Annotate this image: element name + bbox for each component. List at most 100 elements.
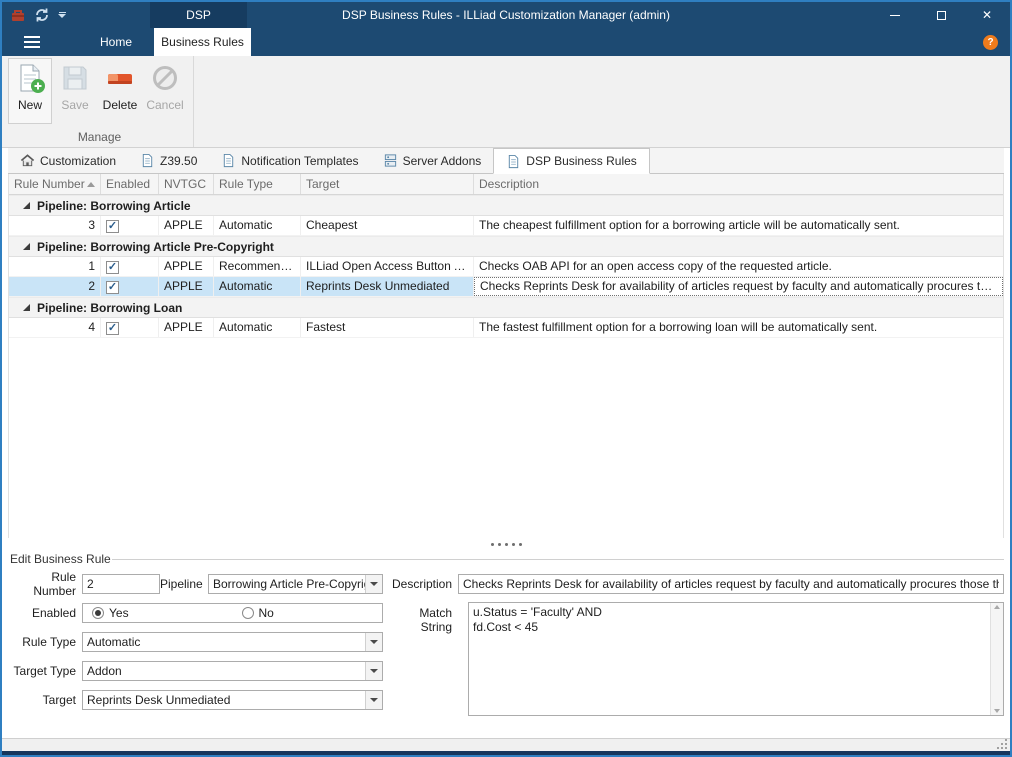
rule-type-cell[interactable]: Automatic — [214, 318, 301, 337]
pipeline-dropdown-button[interactable] — [365, 575, 382, 593]
enabled-cell[interactable]: ✓ — [101, 216, 159, 235]
app-icon[interactable] — [10, 7, 26, 23]
menu-button[interactable] — [10, 28, 54, 56]
column-header-rule-number[interactable]: Rule Number — [9, 174, 101, 194]
group-label: Pipeline: Borrowing Article Pre-Copyrigh… — [37, 240, 274, 254]
target-cell[interactable]: Cheapest — [301, 216, 474, 235]
nvtgc-cell[interactable]: APPLE — [159, 318, 214, 337]
match-string-scrollbar[interactable] — [990, 603, 1003, 715]
description-cell[interactable]: The cheapest fulfillment option for a bo… — [474, 216, 1003, 235]
close-button[interactable]: ✕ — [964, 2, 1010, 28]
group-label: Pipeline: Borrowing Article — [37, 199, 191, 213]
tab-business-rules[interactable]: Business Rules — [154, 28, 251, 56]
nvtgc-cell[interactable]: APPLE — [159, 257, 214, 276]
target-cell[interactable]: Fastest — [301, 318, 474, 337]
chevron-down-icon — [370, 669, 378, 673]
rule-row[interactable]: 3 ✓ APPLEAutomaticCheapestThe cheapest ful… — [9, 216, 1003, 236]
group-expanded-icon[interactable] — [23, 243, 30, 250]
description-input[interactable] — [458, 574, 1004, 594]
rule-type-cell[interactable]: Recommended — [214, 257, 301, 276]
column-header-description[interactable]: Description — [474, 174, 1003, 194]
sync-icon[interactable] — [34, 7, 50, 23]
enabled-checkbox[interactable]: ✓ — [106, 281, 119, 294]
enabled-cell[interactable]: ✓ — [101, 257, 159, 276]
enabled-no-radio[interactable]: No — [233, 606, 383, 620]
ribbon-category-dsp[interactable]: DSP — [150, 2, 247, 28]
pipeline-group-row[interactable]: Pipeline: Borrowing Article — [9, 195, 1003, 216]
delete-icon — [104, 62, 136, 94]
tab-server-addons[interactable]: Server Addons — [371, 148, 494, 173]
delete-button[interactable]: Delete — [98, 58, 142, 124]
rule-number-cell[interactable]: 3 — [9, 216, 101, 235]
rule-row[interactable]: 2 ✓ APPLEAutomaticReprints Desk Unmediated… — [9, 277, 1003, 297]
rule-row[interactable]: 4 ✓ APPLEAutomaticFastestThe fastest fulfi… — [9, 318, 1003, 338]
pipeline-group-row[interactable]: Pipeline: Borrowing Loan — [9, 297, 1003, 318]
nvtgc-cell[interactable]: APPLE — [159, 216, 214, 235]
enabled-yes-radio[interactable]: Yes — [83, 606, 233, 620]
tab-customization[interactable]: Customization — [8, 148, 128, 173]
nvtgc-cell[interactable]: APPLE — [159, 277, 214, 296]
rule-type-dropdown-button[interactable] — [365, 633, 382, 651]
match-string-textarea[interactable]: u.Status = 'Faculty' AND fd.Cost < 45 — [469, 603, 990, 715]
rule-row[interactable]: 1 ✓ APPLERecommendedILLiad Open Access But… — [9, 257, 1003, 277]
cancel-button[interactable]: Cancel — [143, 58, 187, 124]
column-header-rule-type[interactable]: Rule Type — [214, 174, 301, 194]
qat-customize-dropdown-icon[interactable] — [58, 12, 66, 18]
help-button[interactable]: ? — [983, 35, 998, 50]
column-header-target[interactable]: Target — [301, 174, 474, 194]
rules-grid-body: Pipeline: Borrowing Article3✓APPLEAutoma… — [9, 195, 1003, 538]
target-dropdown-button[interactable] — [365, 691, 382, 709]
target-combobox[interactable]: Reprints Desk Unmediated — [82, 690, 383, 710]
ribbon-content: New Save Delete — [2, 56, 1010, 148]
minimize-icon — [890, 15, 900, 16]
rule-number-label: Rule Number — [8, 570, 82, 598]
pipeline-label: Pipeline — [160, 577, 208, 591]
grid-header-row: Rule Number Enabled NVTGC Rule Type Targ… — [9, 174, 1003, 195]
enabled-cell[interactable]: ✓ — [101, 277, 159, 296]
app-window: DSP DSP Business Rules - ILLiad Customiz… — [0, 0, 1012, 757]
column-header-nvtgc[interactable]: NVTGC — [159, 174, 214, 194]
new-button[interactable]: New — [8, 58, 52, 124]
resize-grip-icon[interactable] — [996, 738, 1008, 750]
rule-number-cell[interactable]: 1 — [9, 257, 101, 276]
enabled-cell[interactable]: ✓ — [101, 318, 159, 337]
rule-type-cell[interactable]: Automatic — [214, 216, 301, 235]
template-document-icon — [221, 153, 236, 168]
window-controls: ✕ — [872, 2, 1010, 28]
maximize-button[interactable] — [918, 2, 964, 28]
group-expanded-icon[interactable] — [23, 304, 30, 311]
save-button[interactable]: Save — [53, 58, 97, 124]
tab-notification-templates[interactable]: Notification Templates — [209, 148, 370, 173]
description-cell[interactable]: Checks Reprints Desk for availability of… — [474, 277, 1003, 296]
tab-dsp-business-rules[interactable]: DSP Business Rules — [493, 148, 650, 174]
description-cell[interactable]: The fastest fulfillment option for a bor… — [474, 318, 1003, 337]
target-type-dropdown-button[interactable] — [365, 662, 382, 680]
rule-type-cell[interactable]: Automatic — [214, 277, 301, 296]
chevron-down-icon — [370, 698, 378, 702]
rule-type-combobox[interactable]: Automatic — [82, 632, 383, 652]
target-cell[interactable]: Reprints Desk Unmediated — [301, 277, 474, 296]
tab-z3950[interactable]: Z39.50 — [128, 148, 209, 173]
radio-selected-icon — [92, 607, 104, 619]
enabled-checkbox[interactable]: ✓ — [106, 261, 119, 274]
status-bar — [2, 738, 1010, 751]
target-type-combobox[interactable]: Addon — [82, 661, 383, 681]
column-header-enabled[interactable]: Enabled — [101, 174, 159, 194]
description-cell[interactable]: Checks OAB API for an open access copy o… — [474, 257, 1003, 276]
rule-number-cell[interactable]: 2 — [9, 277, 101, 296]
hamburger-icon — [24, 36, 40, 38]
rule-number-cell[interactable]: 4 — [9, 318, 101, 337]
pipeline-combobox[interactable]: Borrowing Article Pre-Copyright — [208, 574, 383, 594]
target-type-label: Target Type — [8, 664, 82, 678]
window-title: DSP Business Rules - ILLiad Customizatio… — [342, 8, 670, 22]
enabled-checkbox[interactable]: ✓ — [106, 220, 119, 233]
target-cell[interactable]: ILLiad Open Access Button Addon — [301, 257, 474, 276]
splitter-handle[interactable] — [8, 538, 1004, 550]
enabled-checkbox[interactable]: ✓ — [106, 322, 119, 335]
group-expanded-icon[interactable] — [23, 202, 30, 209]
minimize-button[interactable] — [872, 2, 918, 28]
rule-number-input[interactable] — [82, 574, 160, 594]
chevron-down-icon — [370, 582, 378, 586]
tab-home[interactable]: Home — [84, 28, 148, 56]
pipeline-group-row[interactable]: Pipeline: Borrowing Article Pre-Copyrigh… — [9, 236, 1003, 257]
